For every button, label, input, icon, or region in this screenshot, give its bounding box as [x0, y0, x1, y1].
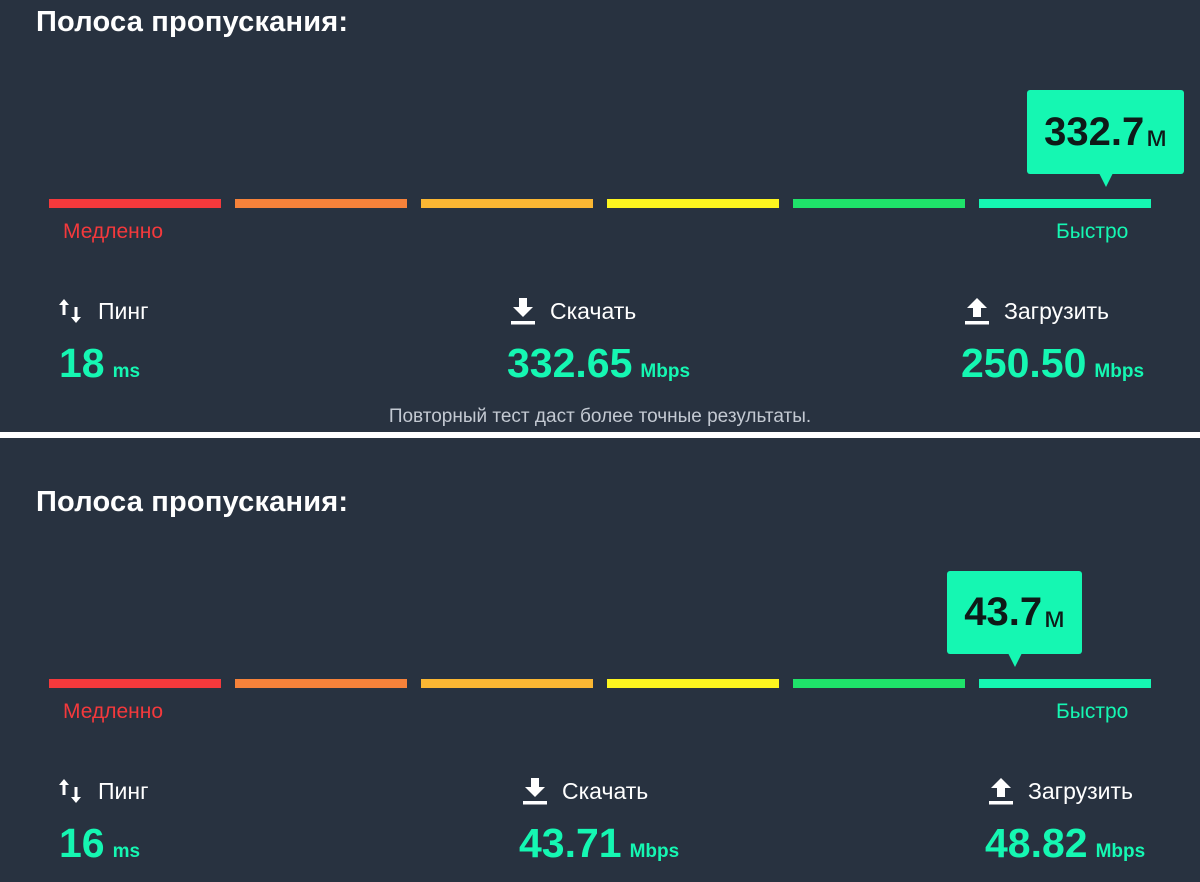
meter-segment-2: [235, 199, 407, 208]
upload-icon: [986, 776, 1016, 806]
download-number: 332.65: [507, 340, 633, 386]
meter-segment-6: [979, 199, 1151, 208]
meter-segment-2: [235, 679, 407, 688]
panel-title: Полоса пропускания:: [36, 6, 349, 38]
slow-label: Медленно: [63, 220, 164, 243]
upload-number: 250.50: [961, 340, 1087, 386]
ping-label: Пинг: [56, 296, 148, 326]
download-unit: Mbps: [640, 361, 691, 382]
upload-unit: Mbps: [1095, 841, 1146, 862]
ping-unit: ms: [112, 841, 141, 862]
upload-icon: [962, 296, 992, 326]
download-value: 332.65 Mbps: [507, 340, 690, 387]
speedtest-result-panel: Полоса пропускания: 43.7 м Медленно Быстр…: [0, 438, 1200, 882]
meter-segment-3: [421, 679, 593, 688]
download-icon: [508, 296, 538, 326]
download-icon: [520, 776, 550, 806]
meter-segment-4: [607, 199, 779, 208]
up-down-arrows-icon: [56, 296, 86, 326]
speed-bubble-value: 43.7: [964, 590, 1043, 634]
speed-bubble-value: 332.7: [1044, 109, 1145, 154]
ping-unit: ms: [112, 361, 141, 382]
download-number: 43.71: [519, 820, 622, 866]
meter-segment-4: [607, 679, 779, 688]
download-label: Скачать: [508, 296, 636, 326]
download-label: Скачать: [520, 776, 648, 806]
fast-label: Быстро: [1056, 220, 1129, 243]
download-unit: Mbps: [629, 841, 680, 862]
upload-label: Загрузить: [962, 296, 1109, 326]
upload-value: 48.82 Mbps: [985, 820, 1145, 867]
retest-hint: Повторный тест даст более точные результ…: [388, 406, 812, 427]
speed-bubble-unit: м: [1146, 120, 1167, 153]
slow-label: Медленно: [63, 700, 164, 723]
ping-number: 18: [59, 340, 105, 386]
meter-segment-6: [979, 679, 1151, 688]
meter-segment-1: [49, 199, 221, 208]
panel-title: Полоса пропускания:: [36, 486, 349, 518]
meter-segment-5: [793, 679, 965, 688]
up-down-arrows-icon: [56, 776, 86, 806]
speed-bubble: 43.7 м: [947, 571, 1082, 667]
upload-label-text: Загрузить: [1004, 297, 1110, 324]
upload-number: 48.82: [985, 820, 1088, 866]
ping-label-text: Пинг: [98, 297, 149, 324]
ping-value: 16 ms: [59, 820, 140, 867]
meter-segment-3: [421, 199, 593, 208]
download-label-text: Скачать: [562, 777, 649, 804]
ping-label: Пинг: [56, 776, 148, 806]
upload-unit: Mbps: [1094, 361, 1145, 382]
meter-segment-1: [49, 679, 221, 688]
fast-label: Быстро: [1056, 700, 1129, 723]
speed-bubble: 332.7 м: [1027, 90, 1184, 187]
download-value: 43.71 Mbps: [519, 820, 679, 867]
speed-bubble-unit: м: [1044, 600, 1065, 634]
ping-value: 18 ms: [59, 340, 140, 387]
ping-number: 16: [59, 820, 105, 866]
upload-label: Загрузить: [986, 776, 1133, 806]
upload-label-text: Загрузить: [1028, 777, 1134, 804]
ping-label-text: Пинг: [98, 777, 149, 804]
download-label-text: Скачать: [550, 297, 637, 324]
speedtest-result-panel: Полоса пропускания: 332.7 м Медленно Быст…: [0, 0, 1200, 432]
meter-segment-5: [793, 199, 965, 208]
upload-value: 250.50 Mbps: [961, 340, 1144, 387]
